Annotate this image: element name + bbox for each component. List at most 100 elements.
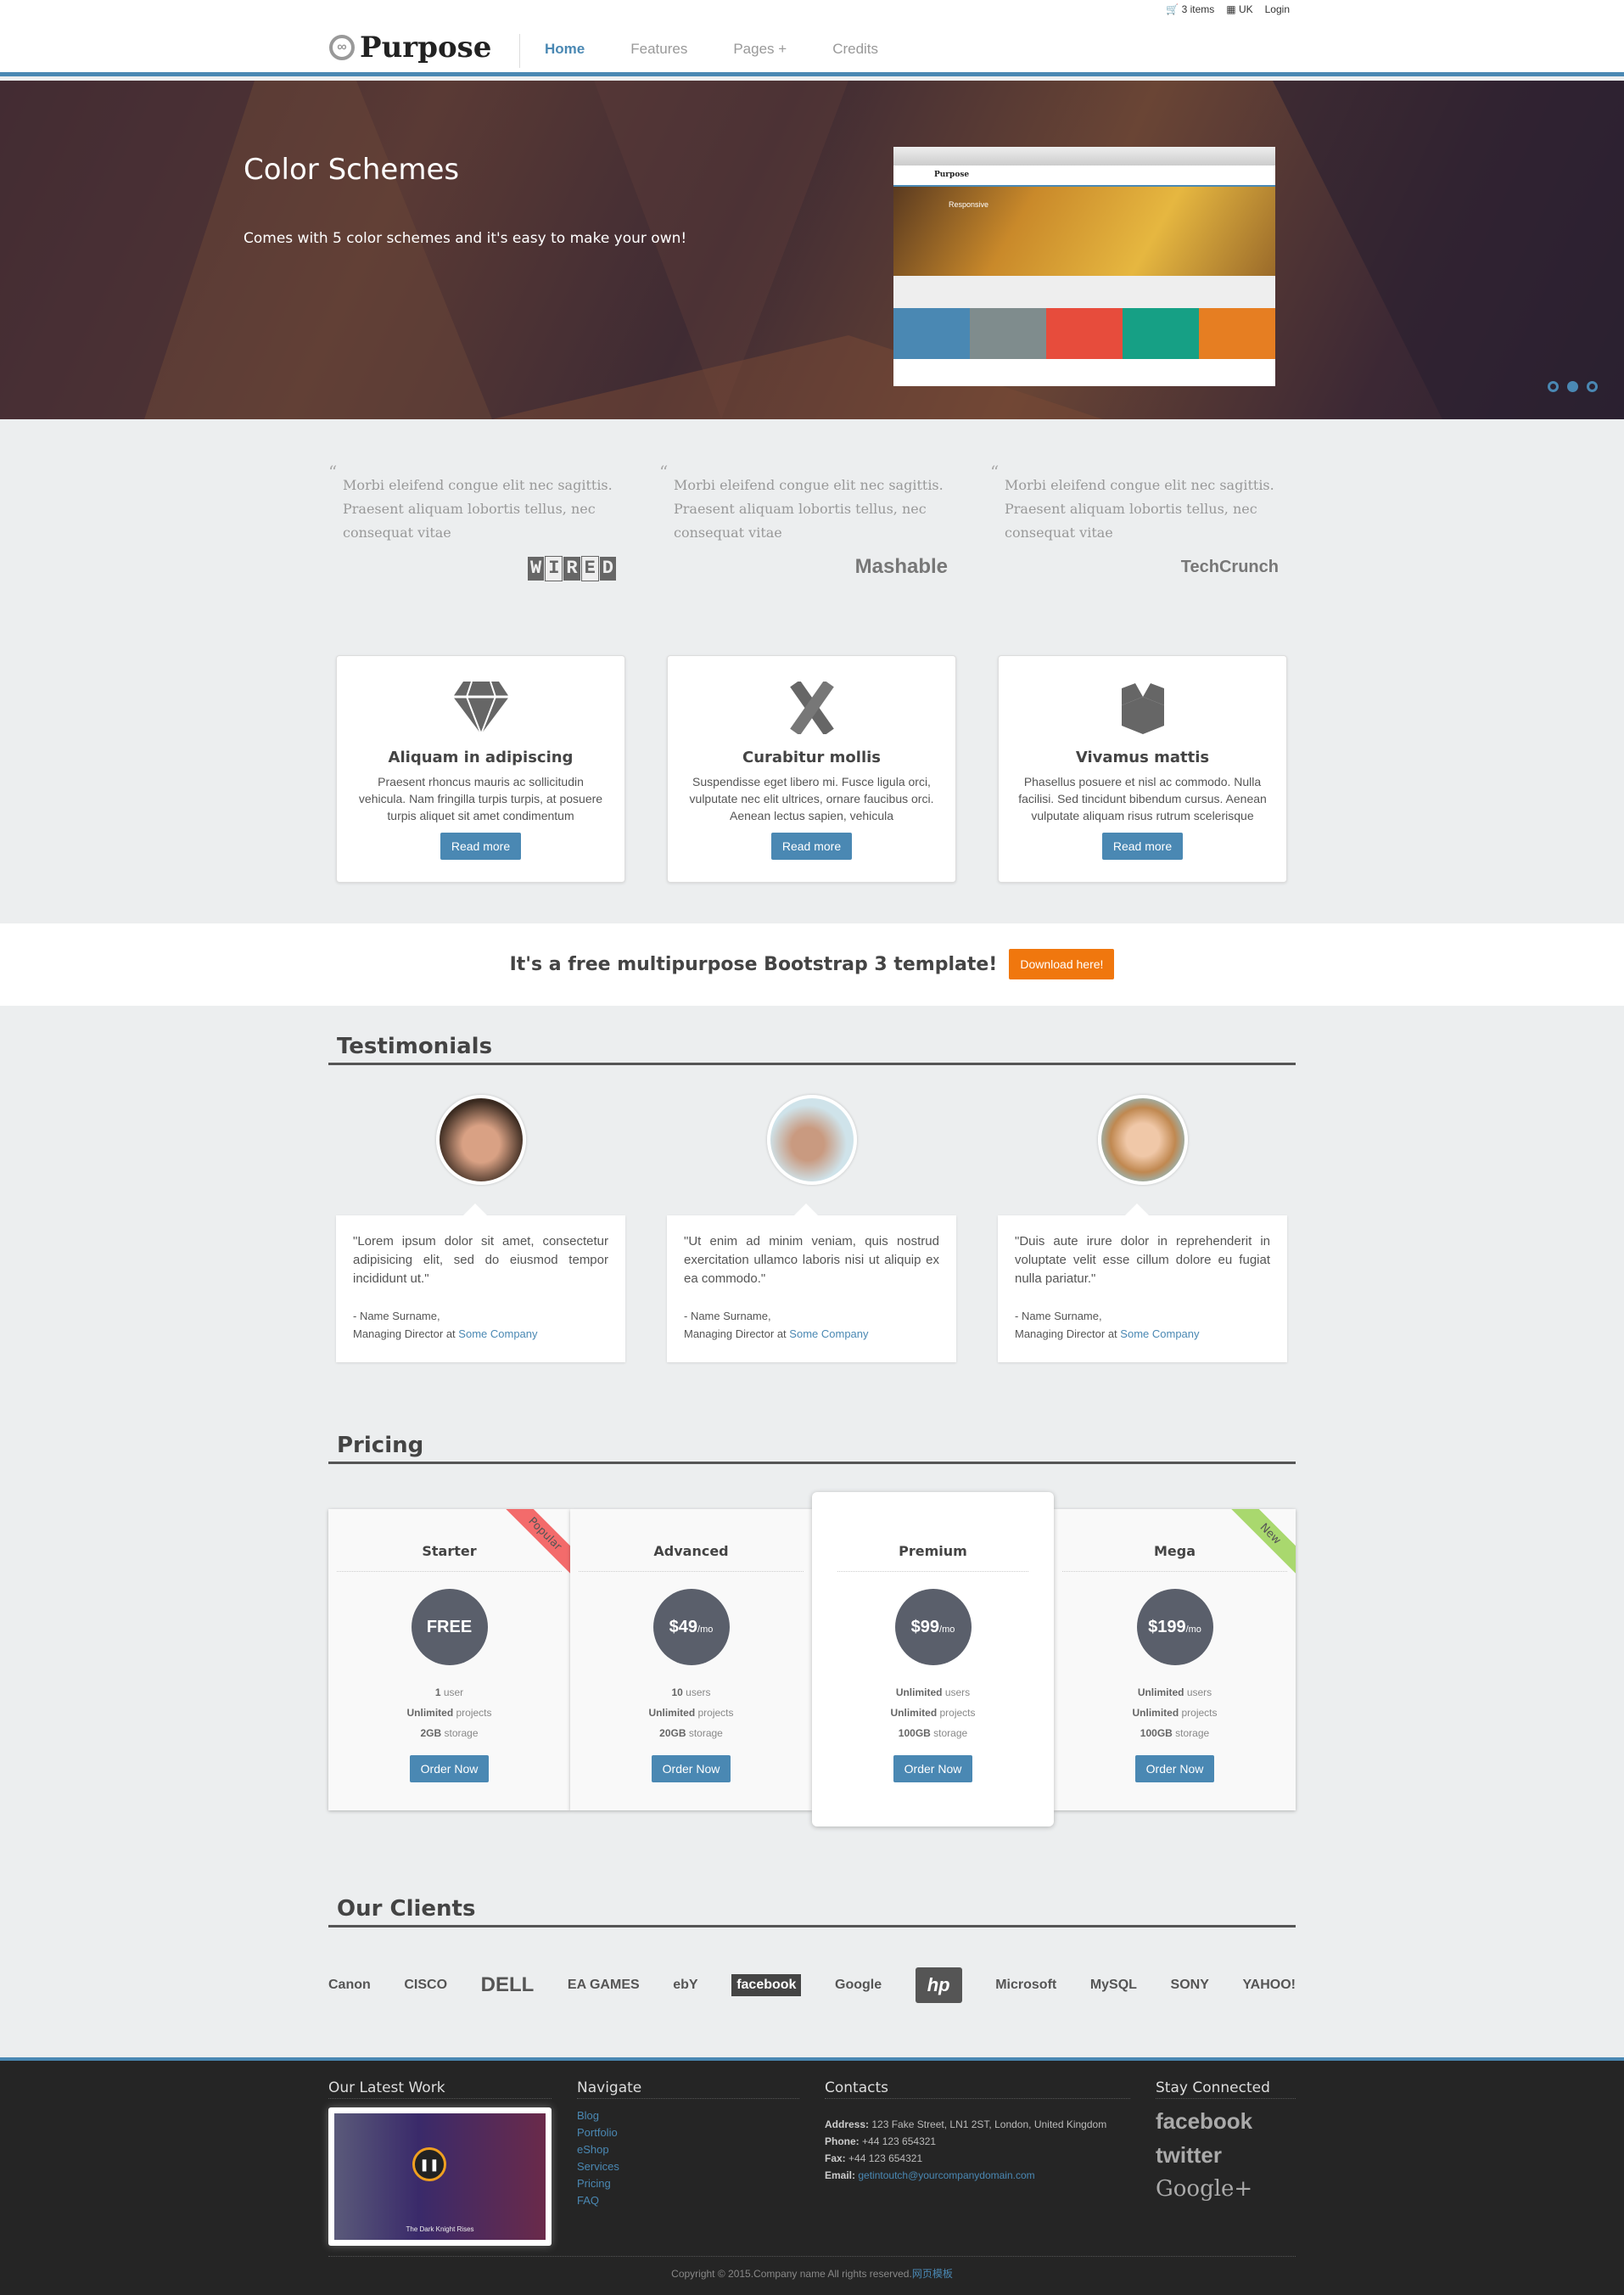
diamond-icon [452,681,509,737]
contacts: Contacts Address: 123 Fake Street, LN1 2… [825,2079,1130,2184]
slider-dot-active[interactable] [1567,381,1578,392]
footer-link-pricing[interactable]: Pricing [577,2175,799,2192]
read-more-button[interactable]: Read more [1101,833,1184,860]
pricing-card: Popular Starter FREE 1 user Unlimited pro… [328,1509,570,1810]
feature-card: Vivamus mattis Phasellus posuere et nisl… [998,655,1287,883]
read-more-button[interactable]: Read more [440,833,522,860]
pricing-card: Advanced $49/mo 10 users Unlimited proje… [570,1509,812,1810]
company-link[interactable]: Some Company [1120,1327,1199,1340]
download-button[interactable]: Download here! [1009,949,1115,979]
twitter-link[interactable]: twitter [1156,2138,1296,2172]
client-logo-facebook: facebook [731,1974,802,1996]
slider-dot[interactable] [1587,381,1598,392]
testimonials-heading: Testimonials [328,1034,1296,1065]
swatch-green [1123,308,1199,359]
color-swatches [893,308,1275,359]
company-link[interactable]: Some Company [458,1327,537,1340]
plan-name: Starter [337,1543,562,1572]
uk-flag-icon: ▦ [1226,3,1236,15]
divider [519,34,520,68]
google-plus-link[interactable]: Google+ [1156,2172,1296,2206]
testimonial-card: "Ut enim ad minim veniam, quis nostrud e… [667,1204,956,1362]
feature-card: Curabitur mollis Suspendisse eget libero… [667,655,956,883]
read-more-button[interactable]: Read more [770,833,853,860]
footer-link-blog[interactable]: Blog [577,2107,799,2124]
mashable-logo: Mashable [854,555,948,578]
pricing-heading: Pricing [328,1433,1296,1464]
header: ∞ Purpose Home Features Pages + Credits [0,25,1624,76]
divider [328,2256,1296,2257]
box-icon [1121,683,1164,734]
login-link[interactable]: Login [1265,3,1290,15]
swatch-orange [1199,308,1275,359]
client-logos: Canon CISCO DELL EA GAMES ebY facebook Google h… [328,1967,1296,2003]
press-quote: “ Morbi eleifend congue elit nec sagitti… [659,462,948,578]
price-circle: $199/mo [1136,1589,1213,1665]
slider-dots [1548,381,1598,392]
client-logo-mysql: MySQL [1089,1978,1137,1992]
nav-credits[interactable]: Credits [832,41,878,58]
pricing-card: New Mega $199/mo Unlimited users Unlimite… [1054,1509,1296,1810]
order-now-button[interactable]: Order Now [893,1755,973,1782]
quote-mark-icon: “ [328,462,338,482]
price-circle: $49/mo [652,1589,730,1665]
copyright-link[interactable]: 网页模板 [912,2268,953,2280]
plan-name: Mega [1062,1543,1287,1572]
slider-dot[interactable] [1548,381,1559,392]
client-logo-hp: hp [915,1967,962,2003]
plan-features: 1 user Unlimited projects 2GB storage [406,1686,492,1739]
footer-link-services[interactable]: Services [577,2158,799,2175]
pencil-ruler-icon [789,680,834,736]
price-circle: FREE [411,1589,488,1665]
latest-work-thumbnail[interactable]: ❚❚ The Dark Knight Rises [328,2107,552,2246]
main-nav: Home Features Pages + Credits [545,41,878,58]
client-logo-canon: Canon [328,1978,371,1992]
press-quote: “ Morbi eleifend congue elit nec sagitti… [328,462,625,581]
price-circle: $99/mo [894,1589,972,1665]
footer: Our Latest Work ❚❚ The Dark Knight Rises… [0,2057,1624,2295]
swatch-red [1046,308,1123,359]
client-logo-eagames: EA GAMES [567,1978,640,1992]
order-now-button[interactable]: Order Now [409,1755,490,1782]
order-now-button[interactable]: Order Now [1134,1755,1215,1782]
avatar [436,1095,526,1185]
pause-icon: ❚❚ [412,2147,446,2181]
cart-link[interactable]: 🛒 3 items [1166,3,1214,15]
preview-header: Purpose [893,166,1275,187]
plan-features: Unlimited users Unlimited projects 100GB… [1132,1686,1218,1739]
clients-heading: Our Clients [328,1896,1296,1927]
preview-hero: Responsive [893,187,1275,276]
footer-link-faq[interactable]: FAQ [577,2192,799,2209]
client-logo-google: Google [835,1978,882,1992]
nav-home[interactable]: Home [545,41,585,58]
nav-features[interactable]: Features [630,41,687,58]
preview-quotes [893,276,1275,308]
copyright: Copyright © 2015.Company name All rights… [671,2268,953,2280]
order-now-button[interactable]: Order Now [651,1755,731,1782]
language-selector[interactable]: ▦ UK [1226,3,1252,15]
swatch-blue [893,308,970,359]
avatar [1098,1095,1188,1185]
testimonial-card: "Duis aute irure dolor in reprehenderit … [998,1204,1287,1362]
logo[interactable]: ∞ Purpose [329,31,491,65]
client-logo-cisco: CISCO [404,1978,448,1992]
techcrunch-logo: TechCrunch [1180,558,1279,576]
footer-link-eshop[interactable]: eShop [577,2141,799,2158]
top-bar: 🛒 3 items ▦ UK Login [0,0,1624,25]
pricing-card: Premium $99/mo Unlimited users Unlimited… [812,1492,1054,1826]
plan-name: Premium [837,1543,1028,1572]
browser-chrome [893,147,1275,166]
company-link[interactable]: Some Company [789,1327,868,1340]
facebook-link[interactable]: facebook [1156,2104,1296,2138]
plan-features: Unlimited users Unlimited projects 100GB… [890,1686,976,1739]
hero-title: Color Schemes [244,153,460,187]
wired-logo: WIRED [527,555,617,581]
email-link[interactable]: getintoutch@yourcompanydomain.com [858,2169,1034,2181]
cta-banner: It's a free multipurpose Bootstrap 3 tem… [0,923,1624,1006]
quote-mark-icon: “ [659,462,669,482]
avatar [767,1095,857,1185]
latest-work: Our Latest Work ❚❚ The Dark Knight Rises [328,2079,552,2246]
footer-link-portfolio[interactable]: Portfolio [577,2124,799,2141]
hero-slider: Color Schemes Comes with 5 color schemes… [0,81,1624,419]
nav-pages[interactable]: Pages + [733,41,787,58]
